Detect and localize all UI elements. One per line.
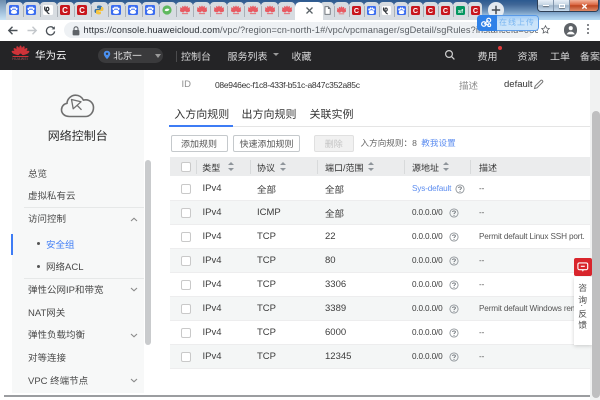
svg-text:C: C	[79, 6, 85, 15]
svg-text:C: C	[428, 6, 433, 15]
svg-text:HUAWEI: HUAWEI	[12, 57, 28, 60]
svg-text:C: C	[443, 6, 448, 15]
svg-text:sf: sf	[458, 8, 463, 14]
svg-text:C: C	[62, 6, 68, 15]
svg-text:C: C	[413, 6, 418, 15]
svg-text:C: C	[472, 6, 477, 15]
svg-text:C: C	[354, 6, 359, 15]
